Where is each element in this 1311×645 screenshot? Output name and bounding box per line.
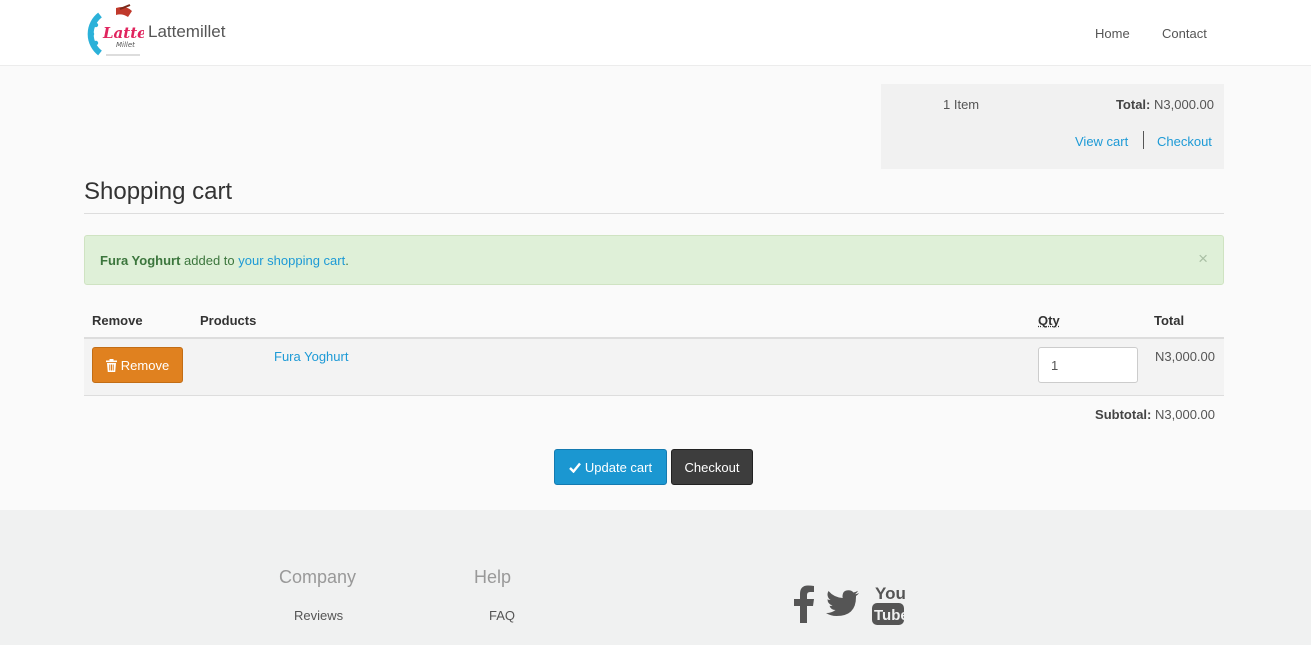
alert-product-name: Fura Yoghurt — [100, 253, 181, 268]
header-products: Products — [200, 313, 257, 328]
social-twitter — [826, 582, 860, 626]
footer-faq-link[interactable]: FAQ — [489, 608, 515, 623]
product-link[interactable]: Fura Yoghurt — [274, 349, 348, 364]
nav-contact-link[interactable]: Contact — [1162, 26, 1207, 41]
subtotal-value: N3,000.00 — [1155, 407, 1215, 422]
cart-summary: 1 Item Total: N3,000.00 View cart Checko… — [881, 84, 1224, 169]
social-youtube: You Tube — [871, 582, 905, 626]
logo-graphic: Latte Millet — [87, 4, 147, 56]
nav-home-link[interactable]: Home — [1095, 26, 1130, 41]
header-qty: Qty — [1038, 313, 1060, 328]
subtotal: Subtotal: N3,000.00 — [1095, 407, 1215, 422]
title-divider — [84, 213, 1224, 214]
page-title: Shopping cart — [84, 178, 233, 205]
svg-text:Latte: Latte — [102, 24, 144, 42]
twitter-icon[interactable] — [826, 590, 860, 618]
trash-icon — [105, 358, 117, 372]
alert-end-text: . — [345, 253, 349, 268]
cart-total-label: Total: — [1115, 97, 1151, 112]
success-alert: Fura Yoghurt added to your shopping cart… — [84, 235, 1224, 285]
check-icon — [569, 462, 581, 473]
alert-cart-link[interactable]: your shopping cart — [238, 253, 345, 268]
summary-checkout-link[interactable]: Checkout — [1157, 134, 1212, 149]
link-divider — [1143, 131, 1144, 149]
close-icon[interactable]: × — [1198, 249, 1208, 269]
alert-middle-text: added to — [184, 253, 235, 268]
header-total: Total — [1154, 313, 1185, 328]
footer-reviews-link[interactable]: Reviews — [294, 608, 343, 623]
update-cart-label: Update cart — [584, 459, 653, 475]
brand-name[interactable]: Lattemillet — [148, 22, 225, 42]
remove-item-button[interactable]: Remove — [92, 347, 183, 383]
svg-text:Tube: Tube — [874, 607, 905, 624]
social-links — [793, 582, 815, 626]
update-cart-button[interactable]: Update cart — [554, 449, 667, 485]
alert-message: Fura Yoghurt added to your shopping cart… — [100, 253, 349, 268]
subtotal-label: Subtotal: — [1095, 407, 1152, 422]
cart-total: Total: N3,000.00 — [1116, 97, 1214, 112]
view-cart-link[interactable]: View cart — [1075, 134, 1128, 149]
checkout-button[interactable]: Checkout — [671, 449, 753, 485]
remove-button-label: Remove — [120, 357, 170, 373]
facebook-icon[interactable] — [793, 585, 815, 623]
header-remove: Remove — [92, 313, 143, 328]
site-logo[interactable]: Latte Millet — [86, 3, 147, 61]
cart-item-count: 1 Item — [943, 97, 980, 112]
site-header: Latte Millet Lattemillet Home Contact — [0, 0, 1311, 66]
checkout-label: Checkout — [684, 459, 740, 475]
svg-text:You: You — [875, 584, 905, 603]
footer-help-heading: Help — [474, 567, 512, 587]
youtube-icon[interactable]: You Tube — [871, 582, 905, 626]
footer-company-heading: Company — [279, 567, 357, 587]
site-footer: Company Reviews Help FAQ You Tube — [0, 510, 1311, 645]
row-total: N3,000.00 — [1155, 349, 1215, 364]
svg-text:Millet: Millet — [116, 41, 135, 49]
cart-total-value: N3,000.00 — [1154, 97, 1214, 112]
quantity-input[interactable] — [1038, 347, 1138, 383]
